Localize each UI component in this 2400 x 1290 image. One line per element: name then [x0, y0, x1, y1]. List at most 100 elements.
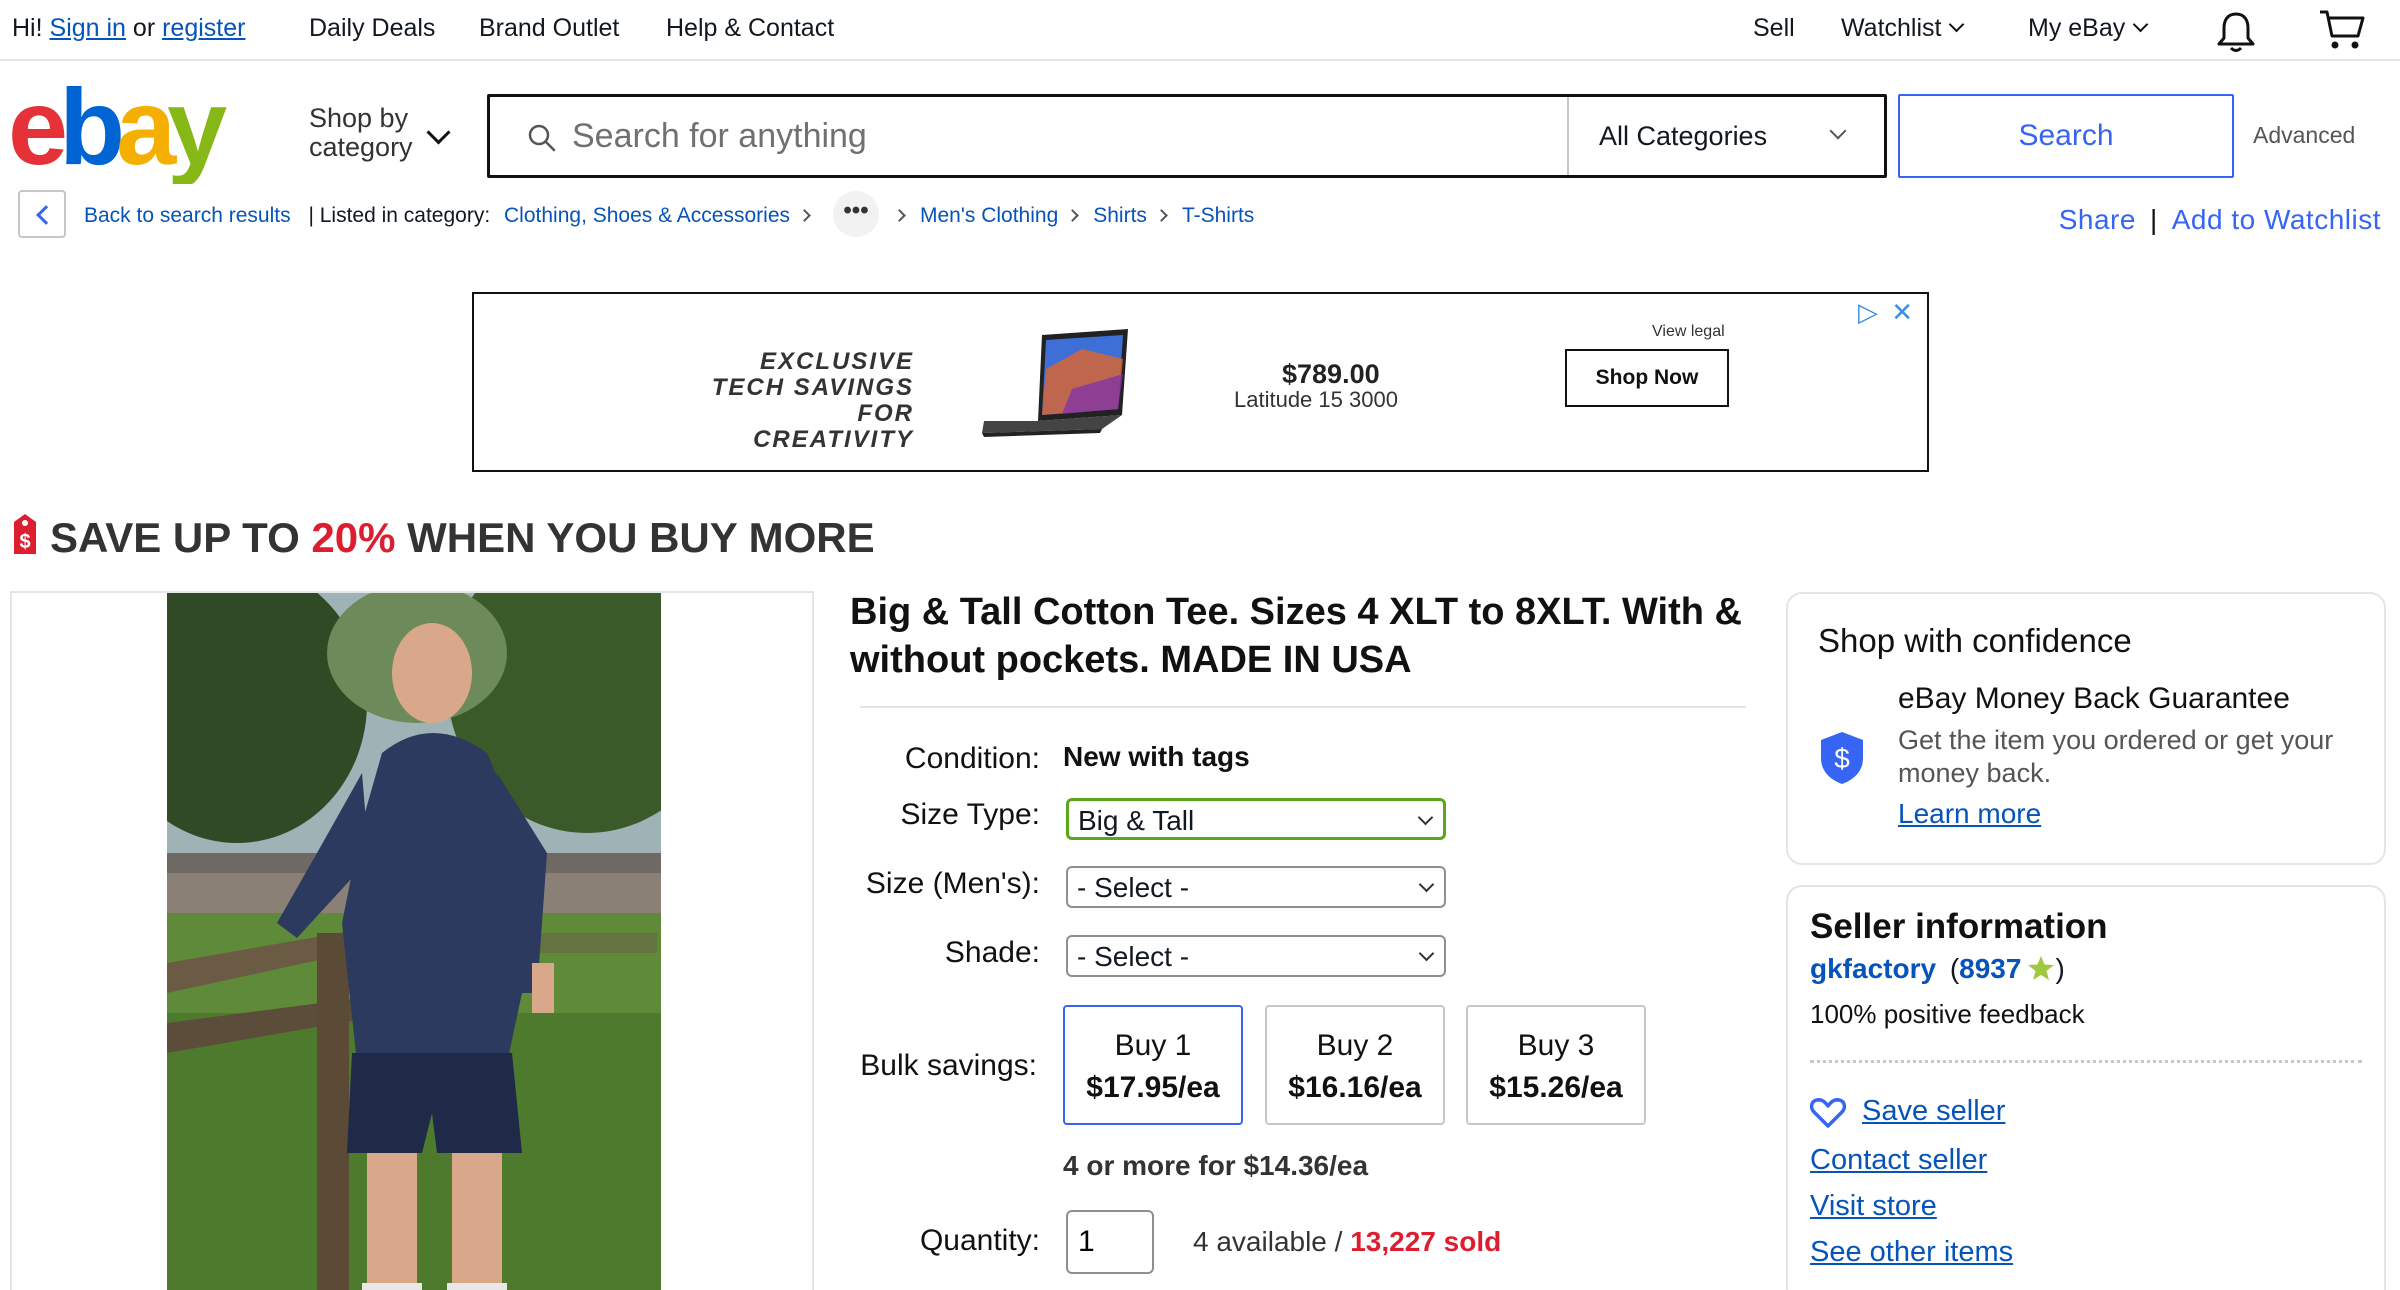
shade-select[interactable]: - Select -: [1066, 935, 1446, 977]
shop-by-line2: category: [309, 132, 413, 162]
chevron-right-icon: [1155, 209, 1168, 222]
available-count: 4 available /: [1193, 1226, 1343, 1257]
learn-more-link[interactable]: Learn more: [1898, 798, 2041, 830]
seller-name-line: gkfactory (8937): [1810, 953, 2065, 985]
product-photo[interactable]: [167, 593, 661, 1290]
shop-by-line1: Shop by: [309, 103, 409, 133]
search-input[interactable]: [572, 109, 1392, 163]
chevron-down-icon: [1418, 945, 1435, 962]
breadcrumb-item-t-shirts[interactable]: T-Shirts: [1182, 204, 1254, 227]
share-actions: Share | Add to Watchlist: [2059, 204, 2381, 236]
shade-label: Shade:: [944, 936, 1040, 969]
bulk-qty: Buy 2: [1316, 1029, 1394, 1062]
chevron-right-icon: [798, 209, 811, 222]
listing-title: Big & Tall Cotton Tee. Sizes 4 XLT to 8X…: [850, 591, 1742, 681]
my-ebay-menu[interactable]: My eBay: [2028, 14, 2149, 43]
divider: |: [2149, 204, 2158, 235]
confidence-title: Shop with confidence: [1818, 622, 2132, 659]
top-nav: Hi! Sign in or register Daily Deals Bran…: [0, 0, 2400, 61]
shop-by-category[interactable]: Shop by category: [309, 104, 413, 162]
sell-link[interactable]: Sell: [1753, 14, 1795, 43]
bell-icon[interactable]: [2216, 10, 2256, 54]
chevron-down-icon: [1949, 16, 1965, 33]
search-bar: All Categories: [487, 94, 1887, 178]
size-label: Size (Men's):: [865, 867, 1040, 900]
cart-icon[interactable]: [2318, 8, 2366, 52]
bulk-qty: Buy 3: [1517, 1029, 1595, 1062]
four-or-more-price: 4 or more for $14.36/ea: [1063, 1150, 1369, 1181]
advanced-search-link[interactable]: Advanced: [2253, 122, 2355, 149]
contact-seller-link[interactable]: Contact seller: [1810, 1144, 1987, 1177]
svg-text:ebay: ebay: [8, 84, 227, 184]
size-select[interactable]: - Select -: [1066, 866, 1446, 908]
heart-icon[interactable]: [1810, 1097, 1846, 1129]
register-link[interactable]: register: [162, 14, 245, 42]
laptop-image: [982, 329, 1128, 437]
watchlist-menu[interactable]: Watchlist: [1841, 14, 1965, 43]
visit-store-link[interactable]: Visit store: [1810, 1190, 1937, 1223]
availability: 4 available / 13,227 sold: [1193, 1226, 1501, 1258]
seller-information-card: Seller information gkfactory (8937) 100%…: [1786, 885, 2386, 1290]
back-arrow-icon[interactable]: [18, 190, 66, 238]
breadcrumb-item-clothing[interactable]: Clothing, Shoes & Accessories: [504, 204, 790, 227]
sold-count[interactable]: 13,227 sold: [1350, 1226, 1501, 1257]
chevron-down-icon[interactable]: [426, 120, 451, 145]
money-back-guarantee: eBay Money Back Guarantee: [1898, 682, 2290, 715]
svg-text:$: $: [19, 531, 30, 553]
feedback-open: (: [1949, 953, 1960, 984]
price-tag-icon: $: [14, 514, 36, 554]
brand-outlet-link[interactable]: Brand Outlet: [479, 14, 619, 43]
ebay-logo[interactable]: ebay: [8, 84, 248, 184]
divider: [860, 706, 1746, 708]
quantity-input[interactable]: [1066, 1210, 1154, 1274]
breadcrumb: Back to search results | Listed in categ…: [84, 191, 1254, 238]
my-ebay-label: My eBay: [2028, 14, 2126, 42]
see-other-items-link[interactable]: See other items: [1810, 1236, 2013, 1269]
bulk-savings-label: Bulk savings:: [860, 1049, 1037, 1082]
condition-value: New with tags: [1063, 741, 1250, 772]
chevron-down-icon: [1417, 809, 1434, 826]
condition-label: Condition:: [904, 742, 1040, 775]
save-seller-link[interactable]: Save seller: [1862, 1095, 2005, 1128]
watchlist-label: Watchlist: [1841, 14, 1942, 42]
ad-banner[interactable]: EXCLUSIVE TECH SAVINGS FOR CREATIVITY $7…: [472, 292, 1929, 472]
sign-in-link[interactable]: Sign in: [50, 14, 126, 42]
greeting-line: Hi! Sign in or register: [12, 14, 245, 43]
share-link[interactable]: Share: [2059, 204, 2136, 235]
shop-with-confidence-card: Shop with confidence $ eBay Money Back G…: [1786, 592, 2386, 865]
greeting-text: Hi!: [12, 14, 43, 42]
ad-model: Latitude 15 3000: [1234, 387, 1398, 412]
feedback-count-link[interactable]: 8937: [1959, 953, 2021, 984]
bulk-option-buy-1[interactable]: Buy 1 $17.95/ea: [1063, 1005, 1243, 1125]
quantity-label: Quantity:: [919, 1224, 1040, 1257]
daily-deals-link[interactable]: Daily Deals: [309, 14, 435, 43]
seller-name-link[interactable]: gkfactory: [1810, 953, 1936, 984]
bulk-promo-banner: SAVE UP TO 20% WHEN YOU BUY MORE: [50, 514, 875, 562]
adchoices-icon[interactable]: ▷: [1858, 297, 1878, 327]
bulk-option-buy-2[interactable]: Buy 2 $16.16/ea: [1265, 1005, 1445, 1125]
help-contact-link[interactable]: Help & Contact: [666, 14, 834, 43]
chevron-right-icon: [893, 209, 906, 222]
search-icon: [528, 124, 556, 152]
breadcrumb-item-shirts[interactable]: Shirts: [1093, 204, 1147, 227]
bulk-option-buy-3[interactable]: Buy 3 $15.26/ea: [1466, 1005, 1646, 1125]
back-to-results-link[interactable]: Back to search results: [84, 204, 291, 227]
product-image-panel[interactable]: [10, 591, 814, 1290]
ad-price: $789.00: [1282, 359, 1380, 389]
more-icon[interactable]: •••: [833, 191, 879, 238]
listed-in-label: | Listed in category:: [308, 204, 491, 227]
promo-prefix: SAVE UP TO: [50, 514, 300, 561]
search-button[interactable]: Search: [1898, 94, 2234, 178]
guarantee-description: Get the item you ordered or get your mon…: [1898, 725, 2334, 788]
category-select[interactable]: All Categories: [1567, 97, 1884, 175]
close-icon[interactable]: ✕: [1891, 297, 1913, 327]
size-type-select[interactable]: Big & Tall: [1066, 798, 1446, 840]
seller-info-title: Seller information: [1810, 907, 2108, 946]
svg-text:$: $: [1834, 743, 1850, 774]
breadcrumb-item-mens-clothing[interactable]: Men's Clothing: [920, 204, 1058, 227]
shop-now-button[interactable]: Shop Now: [1565, 349, 1729, 407]
ad-legal-link[interactable]: View legal: [1652, 323, 1725, 341]
chevron-down-icon: [1829, 122, 1847, 140]
ad-choices[interactable]: ▷ ✕: [1858, 297, 1913, 328]
add-to-watchlist-link[interactable]: Add to Watchlist: [2172, 204, 2381, 235]
